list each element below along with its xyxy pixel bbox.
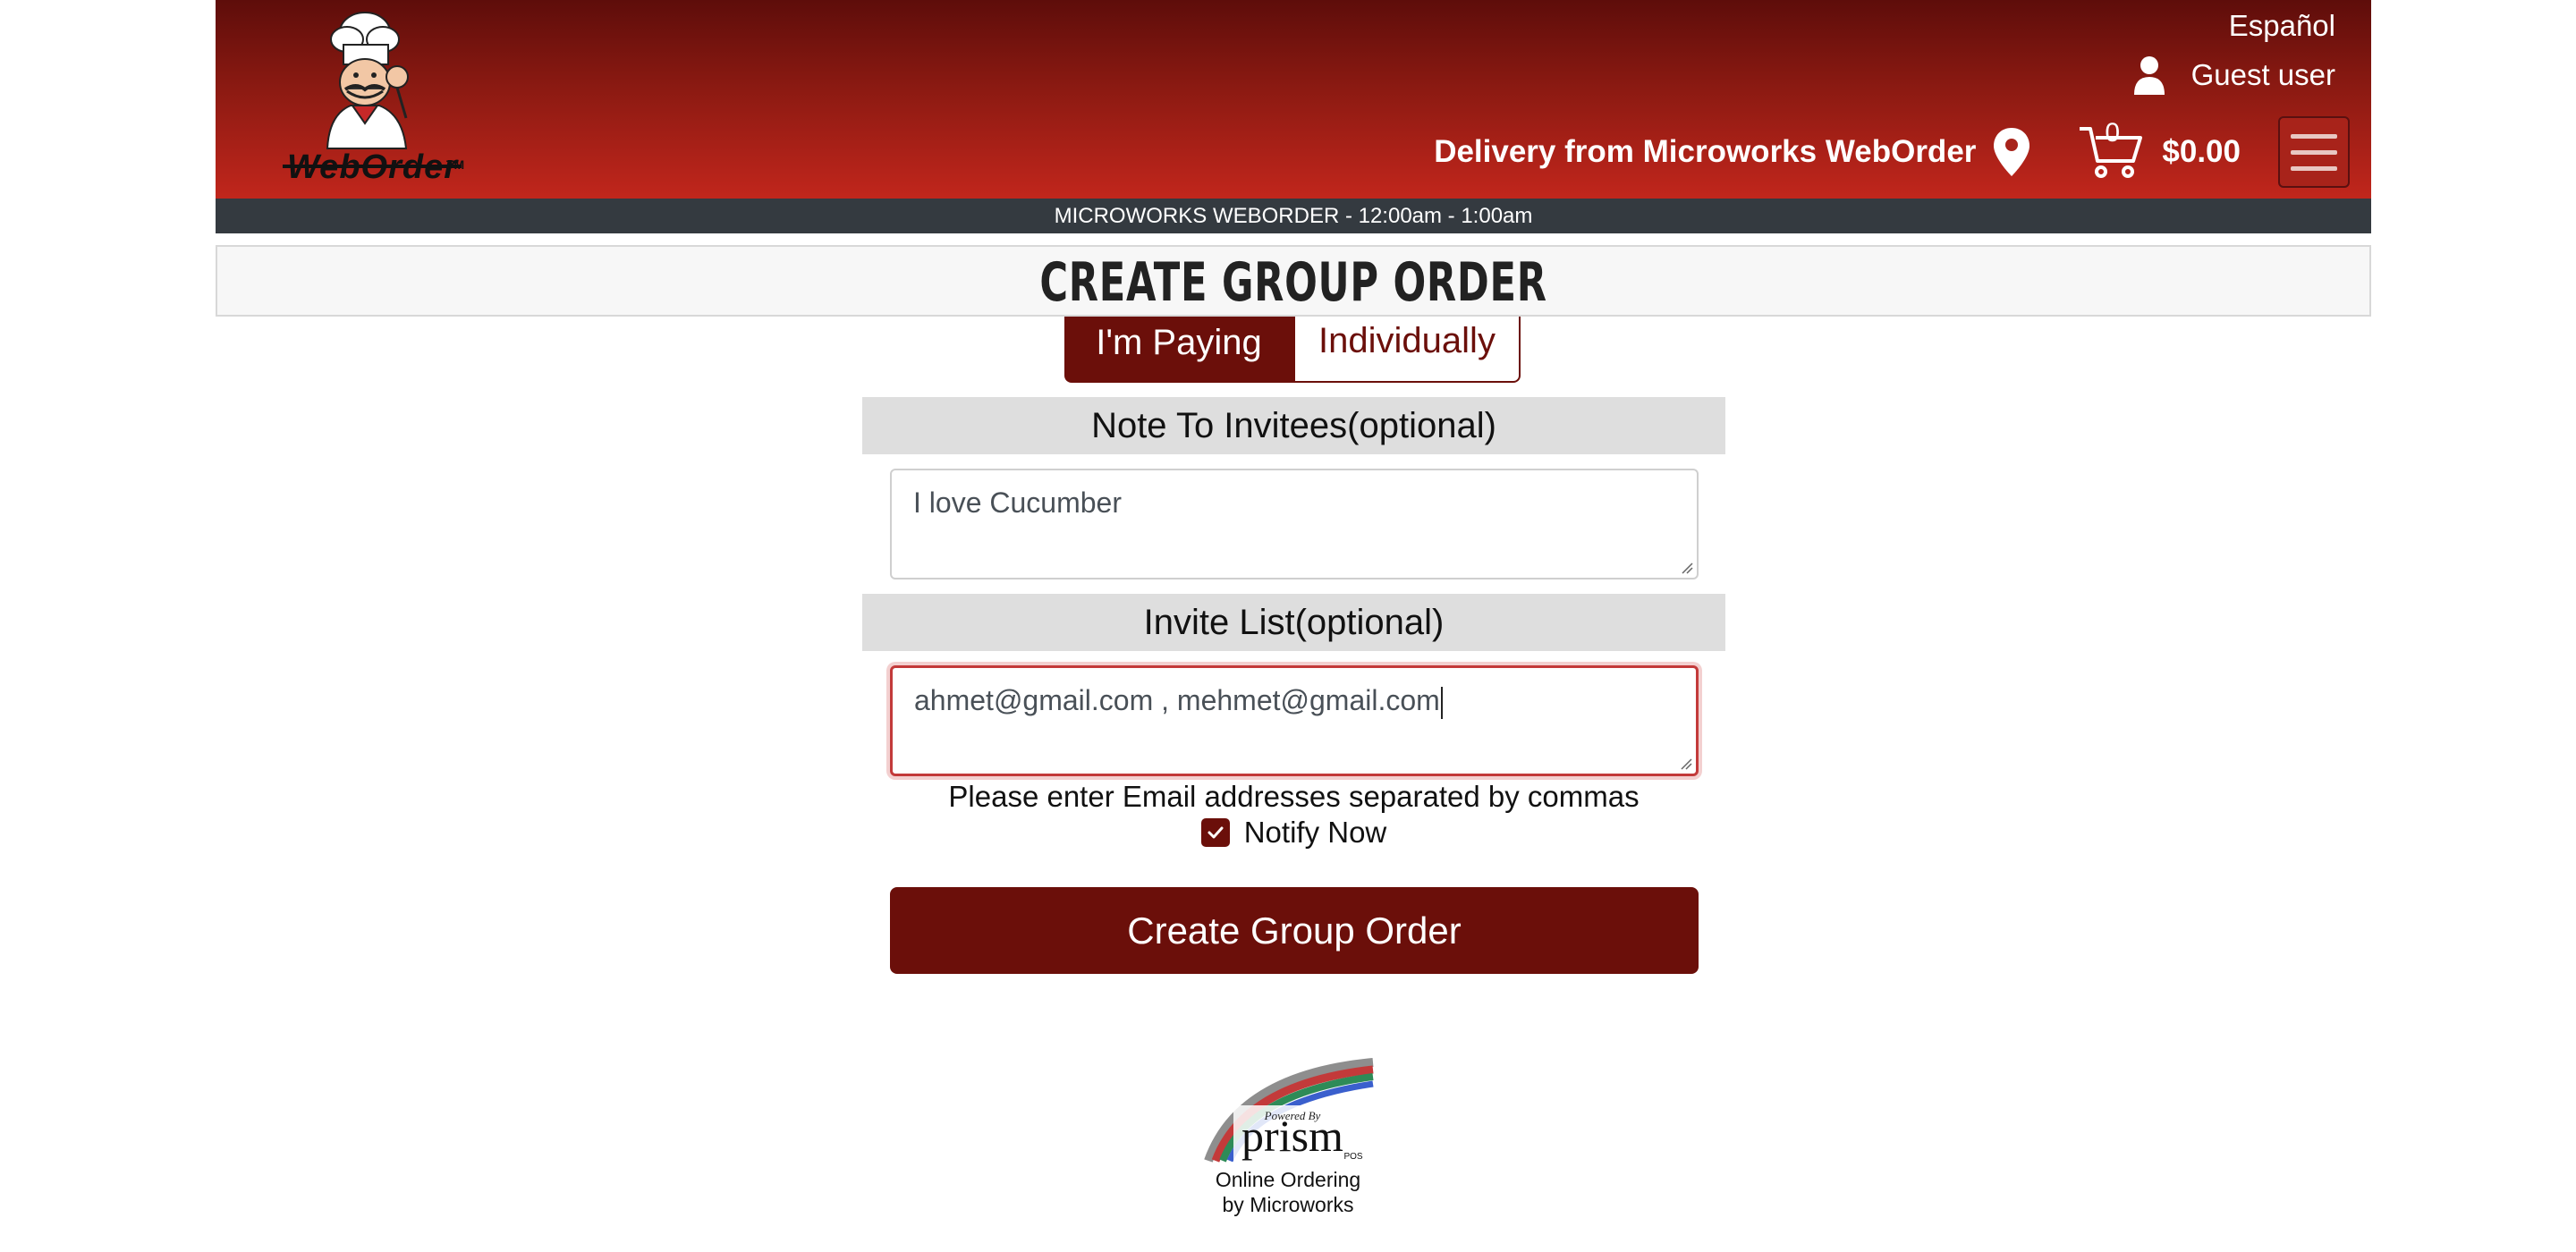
delivery-cart-row: Delivery from Microworks WebOrder 0 $0.0…	[1434, 116, 2371, 188]
cart-total[interactable]: $0.00	[2162, 134, 2241, 170]
prism-suffix: POS	[1343, 1152, 1362, 1162]
note-textarea[interactable]: I love Cucumber	[890, 469, 1699, 579]
footer-line-2: by Microworks	[1222, 1193, 1354, 1216]
checkmark-icon	[1208, 826, 1224, 839]
prism-name: prism	[1241, 1111, 1343, 1161]
notify-now-checkbox[interactable]	[1200, 818, 1230, 847]
prism-pos-logo-icon[interactable]: Powered By prism POS	[1203, 1057, 1382, 1166]
tab-individually[interactable]: Individually	[1293, 317, 1521, 383]
footer-text: Online Ordering by Microworks	[1154, 1167, 1422, 1217]
location-pin-icon[interactable]	[1992, 126, 2031, 178]
language-link[interactable]: Español	[2229, 9, 2335, 43]
page-title: Create Group Order	[1039, 251, 1547, 314]
text-caret	[1440, 686, 1443, 719]
page-title-bar: Create Group Order	[216, 245, 2371, 317]
tab-im-paying[interactable]: I'm Paying	[1064, 317, 1293, 383]
hamburger-menu-icon[interactable]	[2278, 116, 2350, 188]
notify-now-row: Notify Now	[862, 816, 1725, 850]
note-section-header: Note To Invitees(optional)	[862, 397, 1725, 454]
site-header: WebOrder TM Español Guest user Delivery …	[216, 0, 2371, 199]
footer-line-1: Online Ordering	[1215, 1168, 1361, 1191]
cart-button[interactable]: 0	[2078, 118, 2143, 181]
notify-now-label[interactable]: Notify Now	[1244, 816, 1387, 850]
invite-help-text: Please enter Email addresses separated b…	[948, 780, 1640, 813]
note-value: I love Cucumber	[913, 486, 1122, 519]
logo-text: WebOrder	[287, 148, 459, 186]
payment-mode-tabs: I'm Paying Individually	[1064, 317, 1521, 383]
resize-grip-icon[interactable]	[1679, 560, 1693, 574]
invite-value: ahmet@gmail.com , mehmet@gmail.com	[914, 684, 1440, 716]
resize-grip-icon[interactable]	[1678, 756, 1692, 770]
user-account[interactable]: Guest user	[2133, 55, 2335, 95]
store-hours-bar: MICROWORKS WEBORDER - 12:00am - 1:00am	[216, 199, 2371, 233]
cart-count: 0	[2105, 118, 2121, 148]
user-icon	[2133, 56, 2165, 95]
create-group-order-button[interactable]: Create Group Order	[890, 887, 1699, 974]
invite-list-textarea[interactable]: ahmet@gmail.com , mehmet@gmail.com	[890, 665, 1699, 776]
delivery-text[interactable]: Delivery from Microworks WebOrder	[1434, 134, 1976, 170]
page: WebOrder TM Español Guest user Delivery …	[0, 0, 2576, 1252]
user-label: Guest user	[2190, 58, 2335, 91]
invite-section-header: Invite List(optional)	[862, 594, 1725, 651]
logo-trademark: TM	[446, 157, 465, 172]
